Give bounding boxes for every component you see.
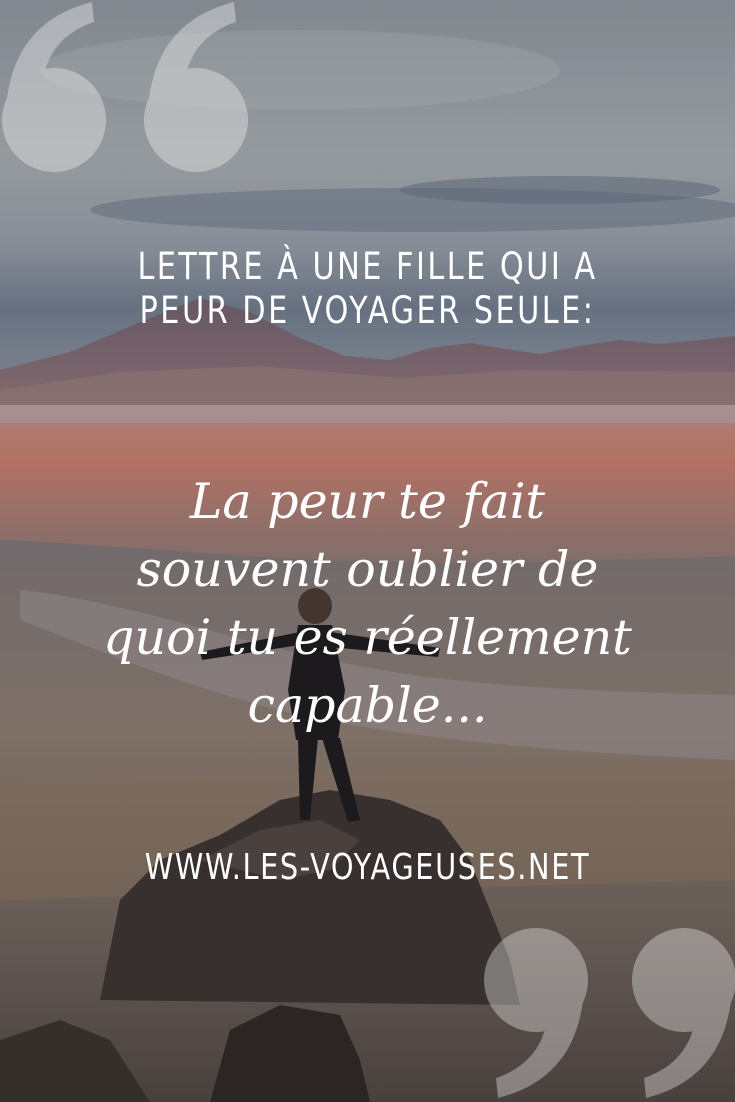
quote-line: souvent oublier de <box>136 541 599 598</box>
quote-poster: Lettre à une fille qui a peur de voyager… <box>0 0 735 1102</box>
headline-line: peur de voyager seule: <box>139 289 596 332</box>
headline: Lettre à une fille qui a peur de voyager… <box>66 245 669 333</box>
website-url: WWW.LES-VOYAGEUSES.NET <box>144 847 591 888</box>
headline-line: Lettre à une fille qui a <box>137 245 598 288</box>
quote-line: La peur te fait <box>189 473 546 530</box>
quote-text: La peur te fait souvent oublier de quoi … <box>0 468 735 740</box>
quote-line: capable... <box>247 677 488 734</box>
quote-line: quoi tu es réellement <box>103 609 632 666</box>
